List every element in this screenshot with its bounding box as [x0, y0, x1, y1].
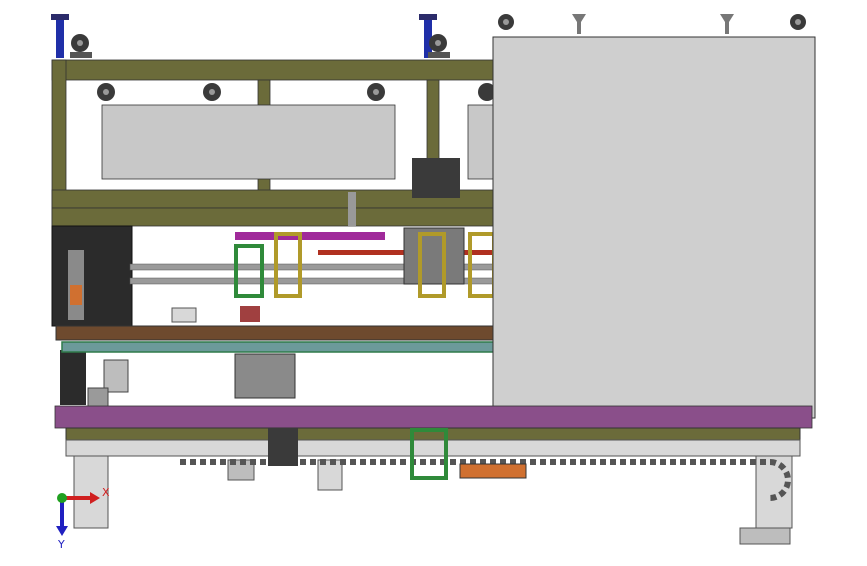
origin-marker — [57, 493, 67, 503]
caster-wheel — [498, 14, 514, 30]
clamp-red — [240, 306, 260, 322]
blue-post-left — [56, 18, 64, 58]
caster-wheel — [97, 83, 115, 101]
y-axis-label: Y — [57, 538, 65, 551]
magenta-bar — [235, 232, 385, 240]
bearing-block — [103, 359, 129, 393]
support-leg-right — [755, 455, 793, 529]
middle-mechanism — [129, 227, 499, 323]
leveling-foot — [720, 14, 734, 34]
caster-wheel — [428, 34, 450, 58]
large-enclosure-box — [492, 36, 816, 419]
caster-wheel — [70, 34, 92, 58]
dark-column-lower — [60, 350, 86, 405]
orange-motor — [459, 463, 527, 479]
teal-rail — [61, 341, 497, 353]
aluminum-profile — [65, 439, 801, 457]
conveyor-plates — [55, 325, 497, 409]
small-block — [87, 387, 109, 409]
leveling-foot — [572, 14, 586, 34]
purple-base-plate — [54, 405, 813, 429]
actuator-orange-part — [70, 285, 82, 305]
sensor-block — [171, 307, 197, 323]
drive-unit — [234, 353, 296, 399]
motor-mount — [412, 158, 460, 198]
panel-box-left — [101, 104, 396, 180]
brown-plate — [55, 325, 497, 341]
blue-post-left-cap — [51, 14, 69, 20]
cable-bundle — [268, 428, 298, 466]
y-arrow-head — [56, 526, 68, 536]
machine-assembly-drawing: X Y — [51, 14, 816, 551]
foot-pad — [739, 527, 791, 545]
cylinder-rod — [348, 192, 356, 226]
x-axis-label: X — [102, 486, 110, 499]
upper-frame — [51, 59, 499, 227]
frame-top-beam — [51, 59, 498, 81]
green-bracket — [234, 244, 264, 298]
caster-wheel — [203, 83, 221, 101]
dark-column-upper — [51, 225, 133, 327]
blue-post-right-cap — [419, 14, 437, 20]
gearbox — [403, 227, 465, 285]
caster-wheel — [367, 83, 385, 101]
bottom-frame — [65, 427, 801, 545]
frame-lower-beam-2 — [51, 207, 498, 227]
caster-wheel — [790, 14, 806, 30]
cad-viewport[interactable]: X Y — [0, 0, 867, 562]
